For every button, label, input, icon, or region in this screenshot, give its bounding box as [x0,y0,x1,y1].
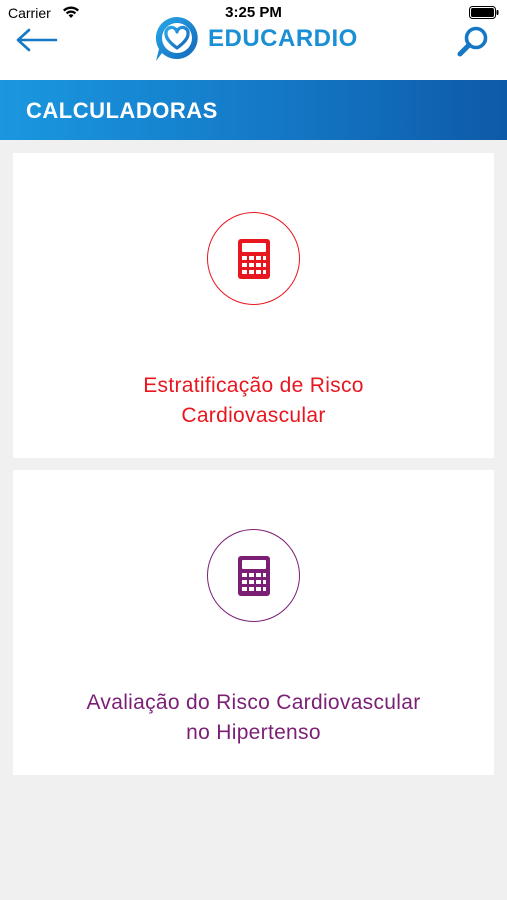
logo-text: EDUCARDIO [208,25,358,52]
arrow-left-icon[interactable] [14,28,60,52]
card-title: Avaliação do Risco Cardiovascular no Hip… [13,688,494,748]
card-title-line-2: no Hipertenso [186,721,321,744]
card-title-line-1: Estratificação de Risco [143,374,364,397]
card-title: Estratificação de Risco Cardiovascular [13,371,494,431]
calculator-card-hypertensive-risk[interactable]: Avaliação do Risco Cardiovascular no Hip… [13,470,494,775]
heart-chat-logo-icon [155,16,198,61]
section-title: CALCULADORAS [26,98,218,123]
icon-circle [207,212,300,305]
icon-circle [207,529,300,622]
calculator-icon [237,555,270,596]
search-icon[interactable] [455,24,491,60]
section-header: CALCULADORAS [0,80,507,140]
app-logo: EDUCARDIO [152,14,358,64]
calculator-card-risk-stratification[interactable]: Estratificação de Risco Cardiovascular [13,153,494,458]
battery-icon [469,6,499,19]
card-title-line-2: Cardiovascular [181,404,326,427]
card-title-line-1: Avaliação do Risco Cardiovascular [86,691,421,714]
calculator-icon [237,238,270,279]
nav-bar: EDUCARDIO [0,16,507,80]
screen: Carrier 3:25 PM EDUCARDIO CALCULADORAS E… [0,0,507,900]
